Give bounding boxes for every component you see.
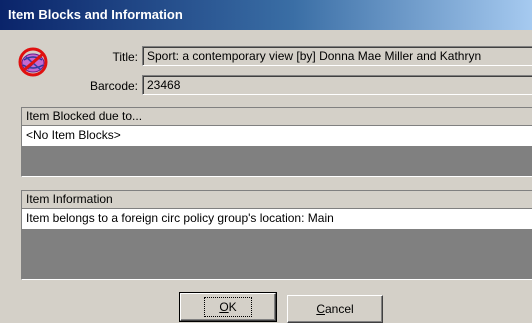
cancel-button[interactable]: Cancel: [287, 295, 383, 323]
ok-mnemonic: O: [219, 300, 229, 314]
list-item[interactable]: <No Item Blocks>: [22, 126, 532, 146]
title-label: Title:: [112, 50, 138, 64]
ok-button[interactable]: OK: [179, 292, 277, 322]
ok-button-focus: OK: [204, 297, 252, 317]
barcode-field[interactable]: 23468: [142, 75, 532, 95]
barcode-label: Barcode:: [89, 79, 138, 93]
item-blocks-list[interactable]: Item Blocked due to... <No Item Blocks>: [21, 107, 532, 177]
cancel-label: ancel: [324, 302, 354, 316]
item-information-list[interactable]: Item Information Item belongs to a forei…: [21, 190, 532, 280]
ok-label: K: [228, 300, 237, 314]
barcode-value: 23468: [147, 78, 181, 92]
item-information-header: Item Information: [22, 191, 532, 209]
no-entry-globe-icon: [18, 47, 48, 77]
title-field[interactable]: Sport: a contemporary view [by] Donna Ma…: [142, 46, 532, 66]
title-bar: Item Blocks and Information: [0, 0, 532, 30]
cancel-mnemonic: C: [316, 302, 325, 316]
window-title: Item Blocks and Information: [8, 7, 183, 22]
list-item[interactable]: Item belongs to a foreign circ policy gr…: [22, 209, 532, 229]
item-blocks-header: Item Blocked due to...: [22, 108, 532, 126]
title-value: Sport: a contemporary view [by] Donna Ma…: [147, 49, 482, 63]
